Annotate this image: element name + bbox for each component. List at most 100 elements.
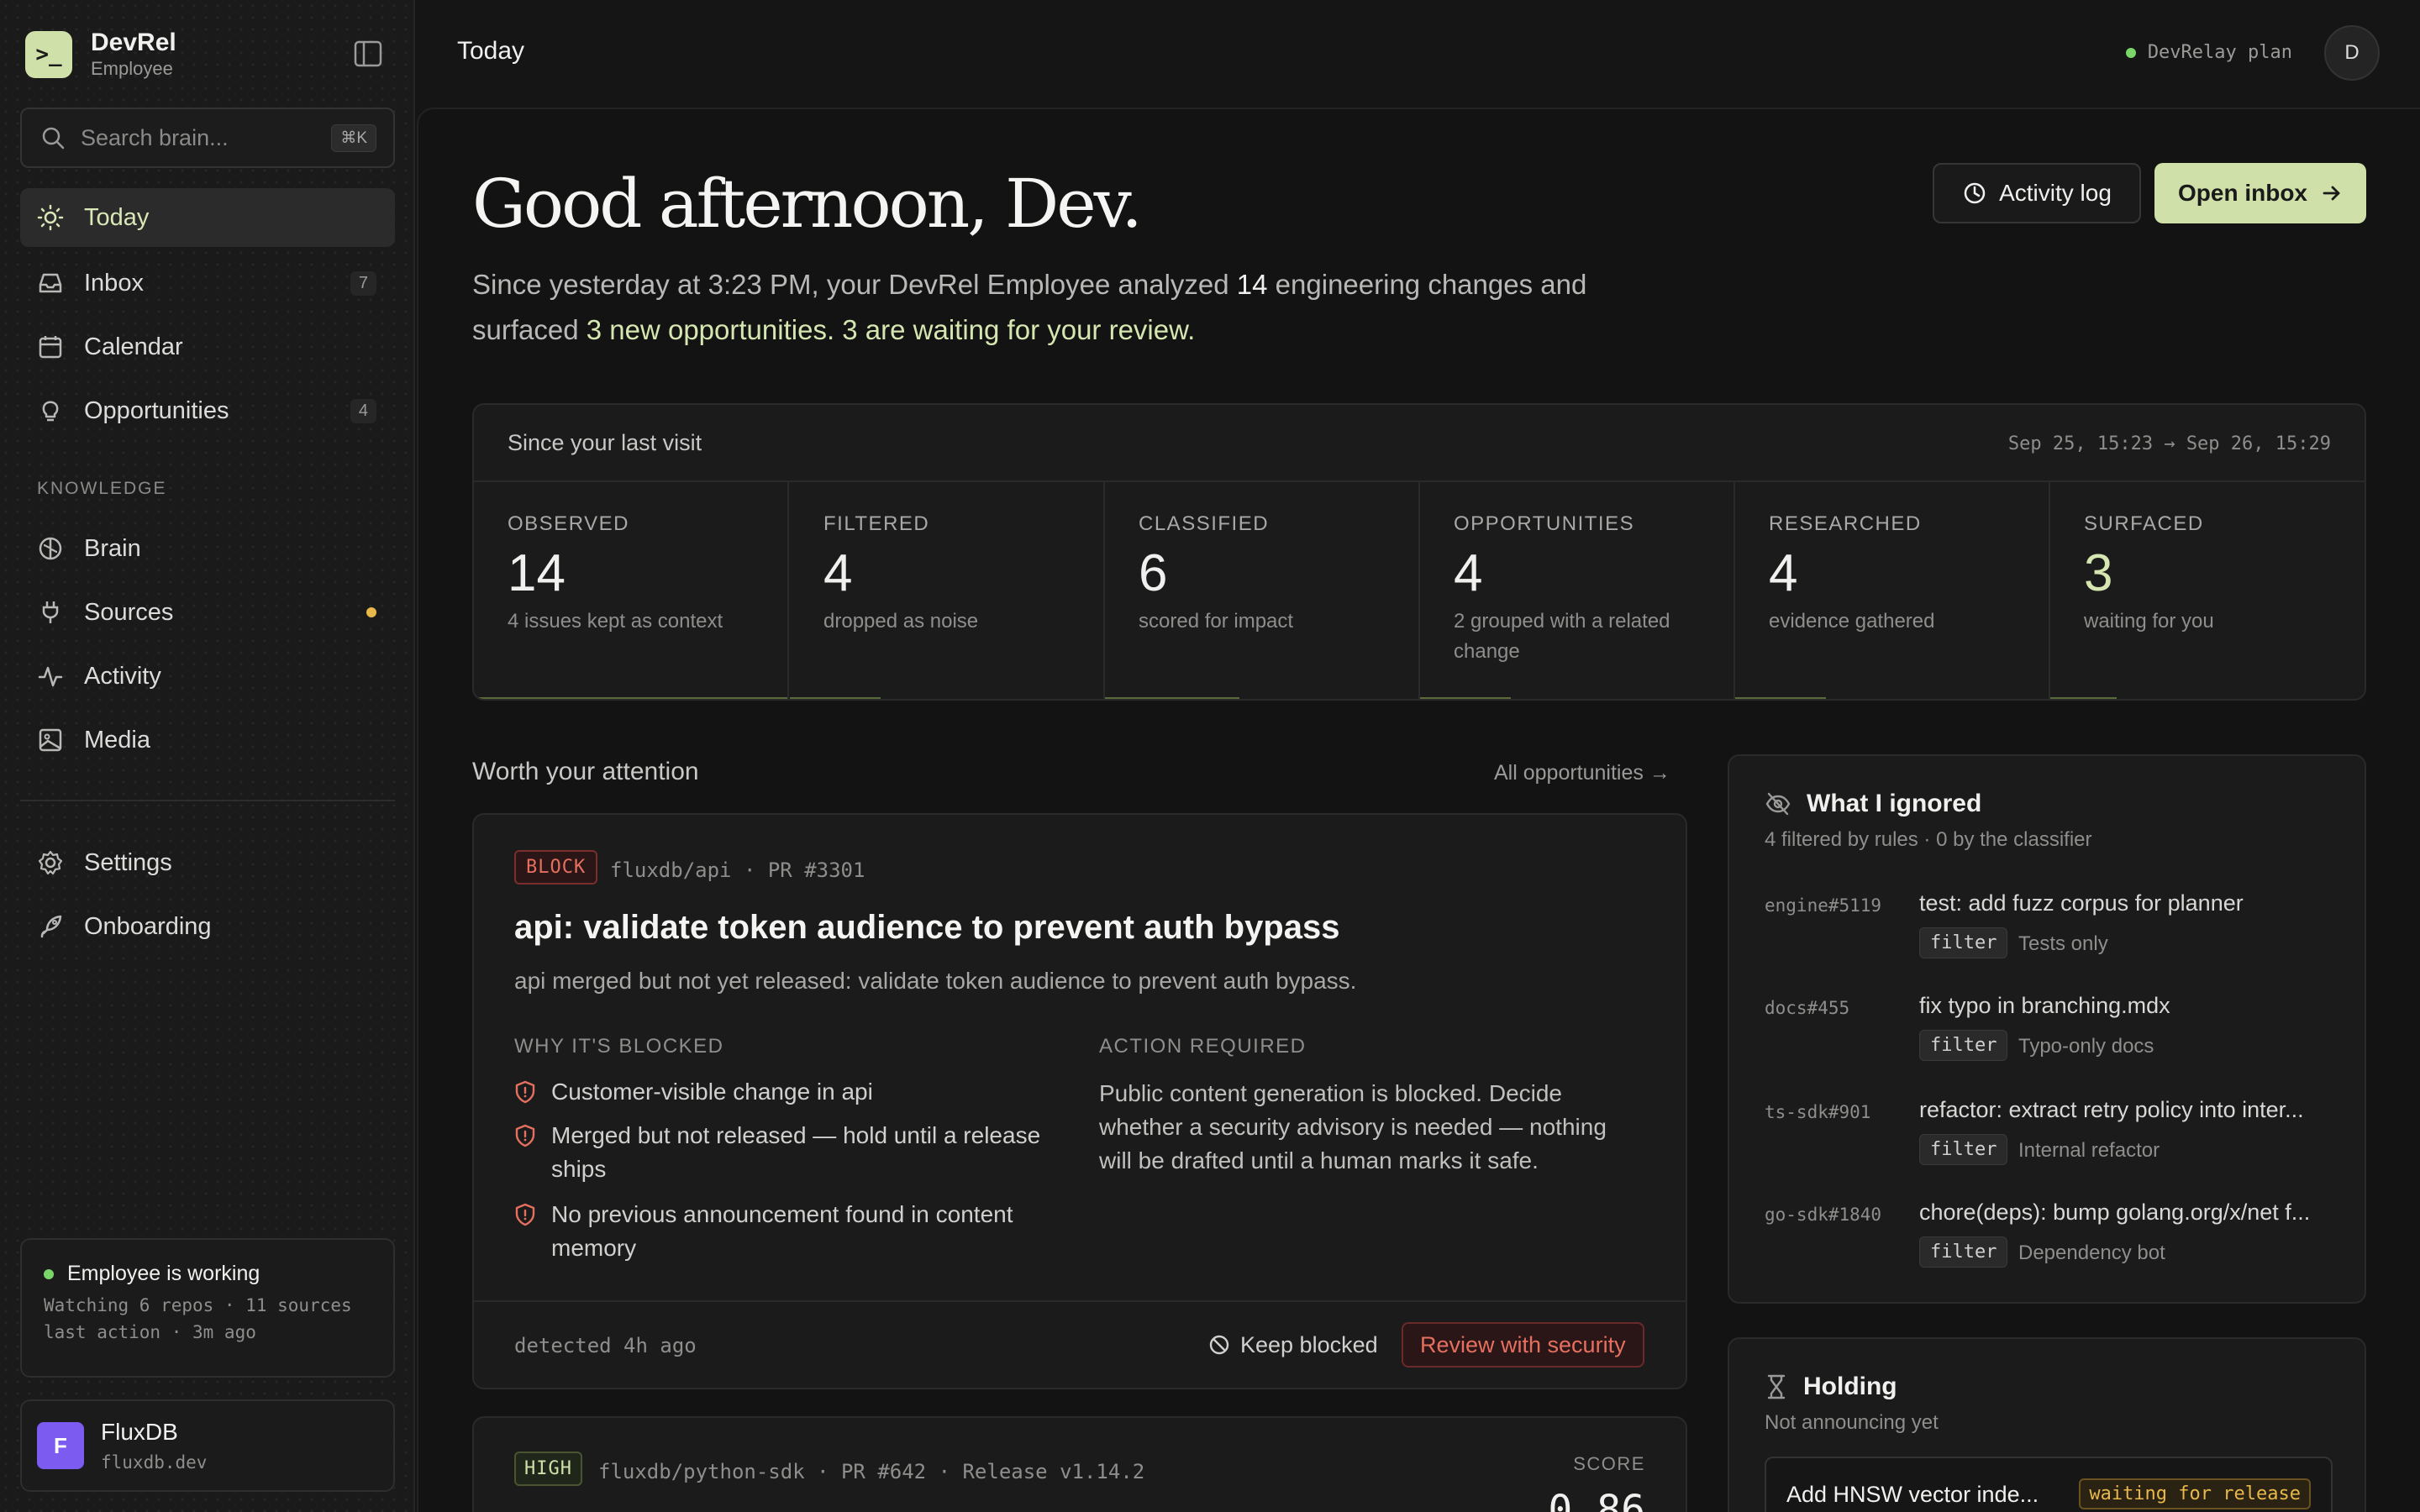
image-icon	[37, 727, 64, 753]
sidebar-item-settings[interactable]: Settings	[20, 833, 395, 892]
block-reason: No previous announcement found in conten…	[514, 1198, 1069, 1265]
ignored-ref: engine#5119	[1765, 895, 1882, 916]
lightbulb-icon	[37, 397, 64, 424]
sidebar-item-opportunities[interactable]: Opportunities 4	[20, 381, 395, 440]
stat-sub: evidence gathered	[1769, 610, 1935, 633]
activity-log-button[interactable]: Activity log	[1933, 163, 2141, 223]
stat-value: 6	[1139, 544, 1168, 602]
sidebar-item-media[interactable]: Media	[20, 711, 395, 769]
card-meta: fluxdb/python-sdk · PR #642 · Release v1…	[598, 1460, 1145, 1483]
open-inbox-button[interactable]: Open inbox	[2154, 163, 2366, 223]
since-last-visit-panel: Since your last visit Sep 25, 15:23 → Se…	[472, 403, 2366, 701]
inbox-icon	[37, 270, 64, 297]
stat-value: 3	[2084, 544, 2113, 602]
ignored-ref: go-sdk#1840	[1765, 1205, 1882, 1225]
sidebar-item-label: Sources	[84, 598, 174, 626]
stat-progress-bar	[474, 697, 787, 699]
stat-progress-bar	[790, 697, 881, 699]
sidebar: >_ DevRel Employee Search brain... ⌘K To…	[0, 0, 415, 1512]
plan-indicator[interactable]: DevRelay plan	[2125, 42, 2292, 63]
filter-tag: filter	[1919, 927, 2008, 958]
summary-accent: 3 new opportunities. 3 are waiting for y…	[586, 314, 1196, 345]
stat-label: OPPORTUNITIES	[1454, 512, 1635, 535]
holding-panel: Holding Not announcing yet Add HNSW vect…	[1728, 1337, 2366, 1512]
block-reason-text: No previous announcement found in conten…	[551, 1201, 1013, 1261]
stat-label: OBSERVED	[508, 512, 629, 535]
all-opportunities-link[interactable]: All opportunities →	[1494, 761, 1670, 785]
ignored-row[interactable]: docs#455 fix typo in branching.mdx filte…	[1765, 993, 2336, 1085]
stat-sub: waiting for you	[2084, 610, 2214, 633]
brain-icon	[37, 535, 64, 562]
sidebar-item-sources[interactable]: Sources	[20, 583, 395, 642]
sidebar-item-label: Inbox	[84, 269, 144, 297]
clock-icon	[1962, 181, 1987, 206]
search-input[interactable]: Search brain... ⌘K	[20, 108, 395, 168]
stat-classified: CLASSIFIED 6 scored for impact	[1105, 482, 1420, 699]
ignored-row[interactable]: go-sdk#1840 chore(deps): bump golang.org…	[1765, 1200, 2336, 1292]
workspace-switcher[interactable]: F FluxDB fluxdb.dev	[20, 1399, 395, 1492]
stat-label: CLASSIFIED	[1139, 512, 1270, 535]
summary-count: 14	[1236, 269, 1268, 300]
action-required-heading: ACTION REQUIRED	[1099, 1035, 1307, 1058]
sidebar-toggle-icon[interactable]	[351, 39, 385, 69]
keep-blocked-button[interactable]: Keep blocked	[1198, 1322, 1388, 1368]
stat-researched: RESEARCHED 4 evidence gathered	[1735, 482, 2050, 699]
topbar: Today DevRelay plan D	[417, 0, 2420, 108]
block-reason: Merged but not released — hold until a r…	[514, 1119, 1069, 1186]
opportunity-card-high[interactable]: HIGH fluxdb/python-sdk · PR #642 · Relea…	[472, 1416, 1687, 1512]
stat-progress-bar	[2050, 697, 2118, 699]
ban-icon	[1208, 1334, 1230, 1356]
search-shortcut: ⌘K	[331, 124, 376, 152]
holding-title: Holding	[1803, 1373, 1897, 1400]
ignored-row[interactable]: engine#5119 test: add fuzz corpus for pl…	[1765, 890, 2336, 983]
sidebar-item-label: Settings	[84, 848, 172, 876]
summary-text: Since yesterday at 3:23 PM, your DevRel …	[472, 262, 1598, 353]
shield-alert-icon	[514, 1203, 538, 1226]
calendar-icon	[37, 333, 64, 360]
sidebar-item-label: Calendar	[84, 333, 183, 360]
sidebar-item-label: Brain	[84, 534, 141, 562]
knowledge-section-label: KNOWLEDGE	[37, 479, 167, 498]
ignored-reason: Tests only	[2018, 932, 2108, 955]
ignored-title: What I ignored	[1807, 790, 1982, 817]
user-avatar[interactable]: D	[2324, 25, 2380, 81]
sidebar-item-activity[interactable]: Activity	[20, 647, 395, 706]
shield-alert-icon	[514, 1080, 538, 1104]
shield-alert-icon	[514, 1124, 538, 1147]
sidebar-item-brain[interactable]: Brain	[20, 519, 395, 578]
ignored-reason: Dependency bot	[2018, 1242, 2165, 1264]
stat-surfaced: SURFACED 3 waiting for you	[2050, 482, 2365, 699]
sidebar-divider	[20, 800, 395, 801]
action-required-text: Public content generation is blocked. De…	[1099, 1080, 1607, 1173]
block-reason: Customer-visible change in api	[514, 1075, 1069, 1109]
plan-status-dot	[2125, 47, 2136, 58]
ignored-reason: Internal refactor	[2018, 1139, 2160, 1162]
holding-item[interactable]: Add HNSW vector inde... waiting for rele…	[1765, 1457, 2333, 1512]
sidebar-item-today[interactable]: Today	[20, 188, 395, 247]
brand[interactable]: >_ DevRel Employee	[25, 29, 176, 81]
opportunities-count-badge: 4	[350, 398, 376, 423]
score-label: SCORE	[1573, 1453, 1645, 1474]
workspace-domain: fluxdb.dev	[101, 1452, 208, 1473]
ignored-subtitle: 4 filtered by rules · 0 by the classifie…	[1765, 828, 2092, 851]
stat-progress-bar	[1105, 697, 1240, 699]
eye-off-icon	[1765, 791, 1791, 816]
sidebar-item-label: Today	[84, 203, 150, 231]
since-last-visit-title: Since your last visit	[508, 430, 702, 455]
filter-tag: filter	[1919, 1030, 2008, 1061]
stat-progress-bar	[1735, 697, 1827, 699]
ignored-row[interactable]: ts-sdk#901 refactor: extract retry polic…	[1765, 1097, 2336, 1189]
sidebar-item-onboarding[interactable]: Onboarding	[20, 897, 395, 956]
sun-icon	[37, 204, 64, 231]
brand-name: DevRel	[91, 29, 176, 56]
stat-label: RESEARCHED	[1769, 512, 1922, 535]
ignored-reason: Typo-only docs	[2018, 1035, 2154, 1058]
ignored-ref: ts-sdk#901	[1765, 1102, 1871, 1122]
sidebar-item-calendar[interactable]: Calendar	[20, 318, 395, 376]
review-with-security-button[interactable]: Review with security	[1402, 1322, 1644, 1368]
holding-item-title: Add HNSW vector inde...	[1786, 1482, 2039, 1507]
filter-tag: filter	[1919, 1134, 2008, 1165]
ignored-item-title: chore(deps): bump golang.org/x/net f...	[1919, 1200, 2311, 1225]
opportunity-card-blocked[interactable]: BLOCK fluxdb/api · PR #3301 api: validat…	[472, 813, 1687, 1389]
sidebar-item-inbox[interactable]: Inbox 7	[20, 254, 395, 312]
